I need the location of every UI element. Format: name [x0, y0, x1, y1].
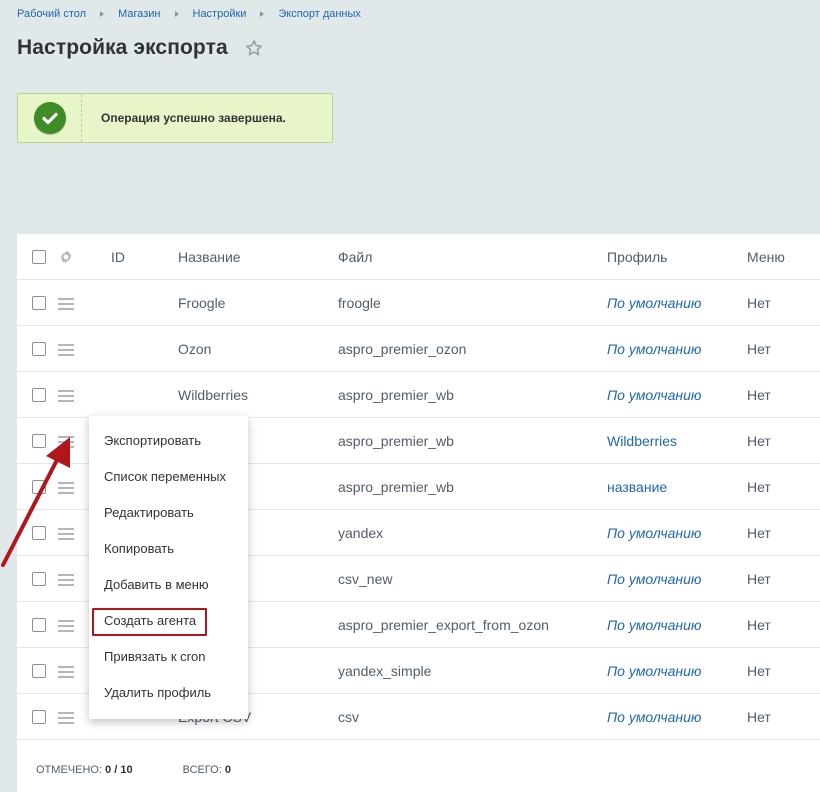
row-menu-flag: Нет — [747, 524, 771, 541]
row-menu-flag: Нет — [747, 386, 771, 403]
context-menu-item-label: Удалить профиль — [104, 685, 212, 700]
context-menu: Экспортировать Список переменных Редактиро… — [89, 416, 248, 719]
row-profile-link[interactable]: По умолчанию — [607, 387, 701, 403]
row-name[interactable]: Ozon — [178, 341, 211, 357]
row-profile-link[interactable]: название — [607, 479, 667, 495]
row-menu-icon[interactable] — [58, 712, 74, 724]
table-row[interactable]: Froogle froogle По умолчанию Нет — [17, 280, 820, 326]
row-profile-link[interactable]: По умолчанию — [607, 617, 701, 633]
row-profile-link[interactable]: Wildberries — [607, 433, 677, 449]
row-file: froogle — [338, 294, 381, 311]
row-menu-flag: Нет — [747, 294, 771, 311]
row-menu-flag: Нет — [747, 340, 771, 357]
header-file[interactable]: Файл — [338, 249, 372, 265]
success-notice: Операция успешно завершена. — [17, 93, 333, 143]
annotation-arrow — [1, 437, 70, 567]
check-icon — [33, 102, 66, 134]
context-menu-item[interactable]: Экспортировать — [89, 423, 248, 459]
title-row: Настройка экспорта — [17, 36, 264, 60]
row-menu-flag: Нет — [747, 478, 771, 495]
table-footer: ОТМЕЧЕНО: 0 / 10 ВСЕГО: 0 — [36, 764, 231, 776]
table-header: ID Название Файл Профиль Меню — [17, 234, 820, 280]
select-all-checkbox[interactable] — [32, 250, 46, 264]
row-profile-link[interactable]: По умолчанию — [607, 295, 701, 311]
header-id[interactable]: ID — [111, 249, 125, 265]
row-menu-icon[interactable] — [58, 666, 74, 678]
context-menu-item-label: Список переменных — [104, 469, 226, 484]
breadcrumb-item-desktop[interactable]: Рабочий стол — [17, 8, 86, 20]
row-name[interactable]: Wildberries — [178, 387, 248, 403]
row-file: aspro_premier_export_from_ozon — [338, 616, 549, 633]
breadcrumb-item-export[interactable]: Экспорт данных — [278, 8, 360, 20]
row-profile-link[interactable]: По умолчанию — [607, 341, 701, 357]
row-file: aspro_premier_wb — [338, 386, 454, 403]
context-menu-item-label: Экспортировать — [104, 433, 201, 448]
context-menu-item-label: Копировать — [104, 541, 174, 556]
page-title: Настройка экспорта — [17, 36, 228, 59]
row-menu-flag: Нет — [747, 616, 771, 633]
notice-message: Операция успешно завершена. — [101, 111, 286, 125]
total-count: ВСЕГО: 0 — [182, 764, 231, 776]
row-menu-icon[interactable] — [58, 620, 74, 632]
row-checkbox[interactable] — [32, 618, 46, 632]
row-name[interactable]: Froogle — [178, 295, 225, 311]
row-file: yandex_simple — [338, 662, 432, 679]
breadcrumb-item-shop[interactable]: Магазин — [118, 8, 160, 20]
row-profile-link[interactable]: По умолчанию — [607, 571, 701, 587]
row-checkbox[interactable] — [32, 388, 46, 402]
row-menu-flag: Нет — [747, 662, 771, 679]
row-menu-icon[interactable] — [58, 344, 74, 356]
header-menu[interactable]: Меню — [747, 249, 785, 265]
row-checkbox[interactable] — [32, 296, 46, 310]
row-file: csv — [338, 708, 359, 725]
row-file: yandex — [338, 524, 384, 541]
context-menu-item[interactable]: Добавить в меню — [89, 567, 248, 603]
context-menu-item[interactable]: Удалить профиль — [89, 675, 248, 711]
context-menu-item[interactable]: Копировать — [89, 531, 248, 567]
breadcrumb-item-settings[interactable]: Настройки — [193, 8, 247, 20]
context-menu-item[interactable]: Привязать к cron — [89, 639, 248, 675]
header-profile[interactable]: Профиль — [607, 249, 667, 265]
row-checkbox[interactable] — [32, 572, 46, 586]
row-menu-icon[interactable] — [58, 390, 74, 402]
chevron-right-icon — [260, 11, 265, 17]
row-checkbox[interactable] — [32, 664, 46, 678]
highlight-box — [92, 608, 207, 636]
checked-count: ОТМЕЧЕНО: 0 / 10 — [36, 764, 133, 776]
row-checkbox[interactable] — [32, 710, 46, 724]
table-row[interactable]: Wildberries aspro_premier_wb По умолчанию Н… — [17, 372, 820, 418]
context-menu-item-label: Привязать к cron — [104, 649, 206, 664]
context-menu-item-label: Добавить в меню — [104, 577, 209, 592]
breadcrumb: Рабочий стол Магазин Настройки Экспорт д… — [17, 8, 361, 20]
notice-icon-area — [18, 94, 82, 142]
row-file: csv_new — [338, 570, 393, 587]
row-file: aspro_premier_ozon — [338, 340, 467, 357]
table-row[interactable]: Ozon aspro_premier_ozon По умолчанию Нет — [17, 326, 820, 372]
row-menu-icon[interactable] — [58, 298, 74, 310]
header-name[interactable]: Название — [178, 249, 241, 265]
row-menu-flag: Нет — [747, 708, 771, 725]
chevron-right-icon — [174, 11, 179, 17]
row-profile-link[interactable]: По умолчанию — [607, 525, 701, 541]
context-menu-item-label: Редактировать — [104, 505, 194, 520]
context-menu-item[interactable]: Список переменных — [89, 459, 248, 495]
context-menu-item[interactable]: Создать агента — [89, 603, 248, 639]
row-menu-icon[interactable] — [58, 574, 74, 586]
row-menu-flag: Нет — [747, 432, 771, 449]
star-icon[interactable] — [244, 38, 264, 58]
gear-icon[interactable] — [58, 249, 74, 265]
row-menu-flag: Нет — [747, 570, 771, 587]
row-file: aspro_premier_wb — [338, 432, 454, 449]
row-file: aspro_premier_wb — [338, 478, 454, 495]
chevron-right-icon — [100, 11, 105, 17]
row-profile-link[interactable]: По умолчанию — [607, 709, 701, 725]
row-checkbox[interactable] — [32, 342, 46, 356]
context-menu-item[interactable]: Редактировать — [89, 495, 248, 531]
row-profile-link[interactable]: По умолчанию — [607, 663, 701, 679]
